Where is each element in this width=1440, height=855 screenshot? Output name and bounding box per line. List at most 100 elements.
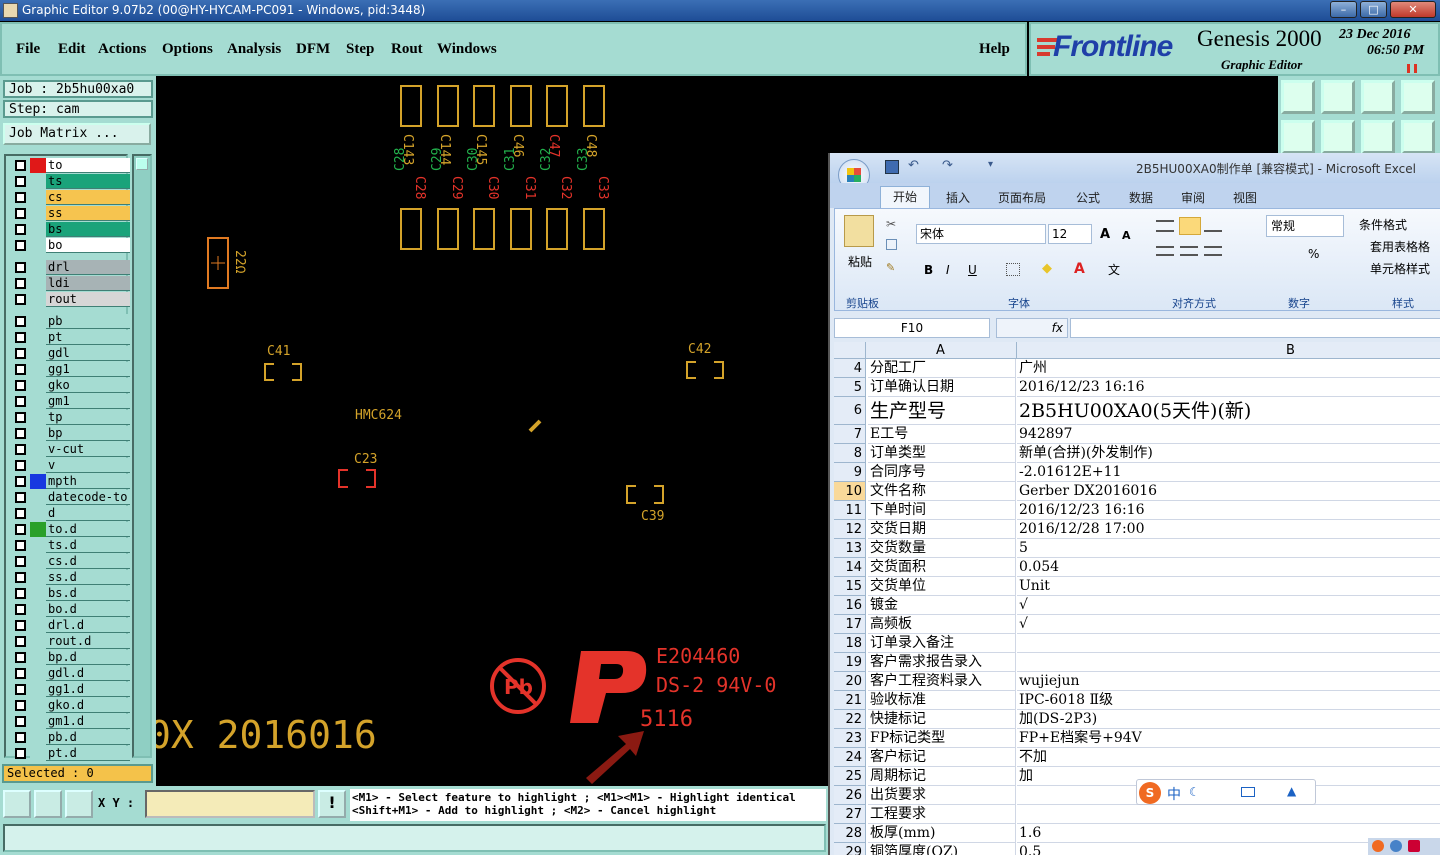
snap-grid-icon[interactable] xyxy=(65,790,93,818)
cell-value[interactable]: √ xyxy=(1017,615,1440,634)
cell-value[interactable]: 942897 xyxy=(1017,425,1440,444)
format-painter-icon[interactable]: ✎ xyxy=(886,261,895,274)
menu-actions[interactable]: Actions xyxy=(98,41,146,58)
layer-row[interactable]: bp xyxy=(12,426,130,441)
layer-checkbox[interactable] xyxy=(15,444,26,455)
layer-name[interactable]: gdl xyxy=(46,346,130,361)
zoom-down-icon[interactable] xyxy=(1321,80,1355,114)
cell-styles[interactable]: 单元格样式 xyxy=(1370,260,1430,277)
row-header[interactable]: 26 xyxy=(834,786,866,805)
layer-color-swatch[interactable] xyxy=(30,490,46,505)
fill-color-icon[interactable]: ◆ xyxy=(1042,261,1052,276)
layer-color-swatch[interactable] xyxy=(30,666,46,681)
layer-row[interactable]: pb.d xyxy=(12,730,130,745)
layer-name[interactable]: ss.d xyxy=(46,570,130,585)
layer-row[interactable]: ts xyxy=(12,174,130,189)
zoom-icon[interactable] xyxy=(1361,120,1395,154)
layer-checkbox[interactable] xyxy=(15,588,26,599)
layer-color-swatch[interactable] xyxy=(30,538,46,553)
select-all-corner[interactable] xyxy=(834,342,866,359)
job-matrix-button[interactable]: Job Matrix ... xyxy=(3,123,151,145)
maximize-button[interactable]: □ xyxy=(1360,1,1387,18)
ime-toolbar[interactable]: S 中 ☾ ▲ xyxy=(1136,779,1316,805)
cell-label[interactable]: 客户工程资料录入 xyxy=(868,672,1016,691)
row-header[interactable]: 6 xyxy=(834,397,866,425)
font-color-icon[interactable]: A xyxy=(1074,261,1085,277)
row-header[interactable]: 28 xyxy=(834,824,866,843)
layer-checkbox[interactable] xyxy=(15,316,26,327)
menu-rout[interactable]: Rout xyxy=(391,41,423,58)
layer-checkbox[interactable] xyxy=(15,700,26,711)
menu-file[interactable]: File xyxy=(16,41,40,58)
layer-name[interactable]: mpth xyxy=(46,474,130,489)
layer-row[interactable]: gm1.d xyxy=(12,714,130,729)
cell-value[interactable]: 广州 xyxy=(1017,359,1440,378)
layer-row[interactable]: ss xyxy=(12,206,130,221)
layer-color-swatch[interactable] xyxy=(30,746,46,761)
layer-color-swatch[interactable] xyxy=(30,458,46,473)
layer-color-swatch[interactable] xyxy=(30,586,46,601)
cell-value[interactable]: Unit xyxy=(1017,577,1440,596)
cell-label[interactable]: 交货面积 xyxy=(868,558,1016,577)
cell-label[interactable]: 交货单位 xyxy=(868,577,1016,596)
layer-row[interactable]: d xyxy=(12,506,130,521)
layer-checkbox[interactable] xyxy=(15,604,26,615)
cell-value[interactable] xyxy=(1017,634,1440,653)
format-as-table[interactable]: 套用表格格 xyxy=(1370,238,1430,255)
cell-label[interactable]: 交货日期 xyxy=(868,520,1016,539)
layer-row[interactable]: bs.d xyxy=(12,586,130,601)
layer-name[interactable]: bo.d xyxy=(46,602,130,617)
cell-label[interactable]: 高频板 xyxy=(868,615,1016,634)
qat-menu-icon[interactable]: ▾ xyxy=(988,159,993,170)
copy-icon[interactable] xyxy=(886,239,897,250)
row-header[interactable]: 22 xyxy=(834,710,866,729)
layer-color-swatch[interactable] xyxy=(30,158,46,173)
layer-color-swatch[interactable] xyxy=(30,506,46,521)
layer-color-swatch[interactable] xyxy=(30,206,46,221)
layer-color-swatch[interactable] xyxy=(30,190,46,205)
layer-row[interactable]: rout.d xyxy=(12,634,130,649)
layer-checkbox[interactable] xyxy=(15,492,26,503)
alert-icon[interactable]: ! xyxy=(318,790,346,818)
row-header[interactable]: 25 xyxy=(834,767,866,786)
cell-label[interactable]: 文件名称 xyxy=(868,482,1016,501)
layer-name[interactable]: gko xyxy=(46,378,130,393)
layer-color-swatch[interactable] xyxy=(30,634,46,649)
layer-name[interactable]: rout.d xyxy=(46,634,130,649)
bold-icon[interactable]: B xyxy=(924,263,933,277)
undo-icon[interactable]: ↶ xyxy=(908,158,919,173)
menu-help[interactable]: Help xyxy=(979,41,1010,58)
layer-checkbox[interactable] xyxy=(15,224,26,235)
layer-name[interactable]: datecode-to xyxy=(46,490,130,505)
layer-color-swatch[interactable] xyxy=(30,554,46,569)
layer-row[interactable]: bp.d xyxy=(12,650,130,665)
row-header[interactable]: 11 xyxy=(834,501,866,520)
row-header[interactable]: 15 xyxy=(834,577,866,596)
layer-color-swatch[interactable] xyxy=(30,442,46,457)
menu-analysis[interactable]: Analysis xyxy=(227,41,281,58)
layer-row[interactable]: v-cut xyxy=(12,442,130,457)
insert-function-icon[interactable]: fx xyxy=(996,318,1068,338)
tray-sogou-icon[interactable] xyxy=(1372,840,1384,852)
layer-name[interactable]: gg1 xyxy=(46,362,130,377)
layer-row[interactable]: gm1 xyxy=(12,394,130,409)
layer-row[interactable]: gko xyxy=(12,378,130,393)
layer-color-swatch[interactable] xyxy=(30,698,46,713)
number-format-select[interactable]: 常规 xyxy=(1266,215,1344,237)
cell-label[interactable]: 订单录入备注 xyxy=(868,634,1016,653)
row-header[interactable]: 16 xyxy=(834,596,866,615)
layer-checkbox[interactable] xyxy=(15,460,26,471)
layer-name[interactable]: rout xyxy=(46,292,130,307)
layer-color-swatch[interactable] xyxy=(30,394,46,409)
cell-value[interactable]: 不加 xyxy=(1017,748,1440,767)
cell-label[interactable]: 客户标记 xyxy=(868,748,1016,767)
layer-row[interactable]: datecode-to xyxy=(12,490,130,505)
layer-checkbox[interactable] xyxy=(15,556,26,567)
cell-value[interactable]: √ xyxy=(1017,596,1440,615)
cell-label[interactable]: 下单时间 xyxy=(868,501,1016,520)
layer-row[interactable]: gg1 xyxy=(12,362,130,377)
layer-row[interactable]: ss.d xyxy=(12,570,130,585)
cell-label[interactable]: 合同序号 xyxy=(868,463,1016,482)
layer-color-swatch[interactable] xyxy=(30,714,46,729)
layer-color-swatch[interactable] xyxy=(30,682,46,697)
